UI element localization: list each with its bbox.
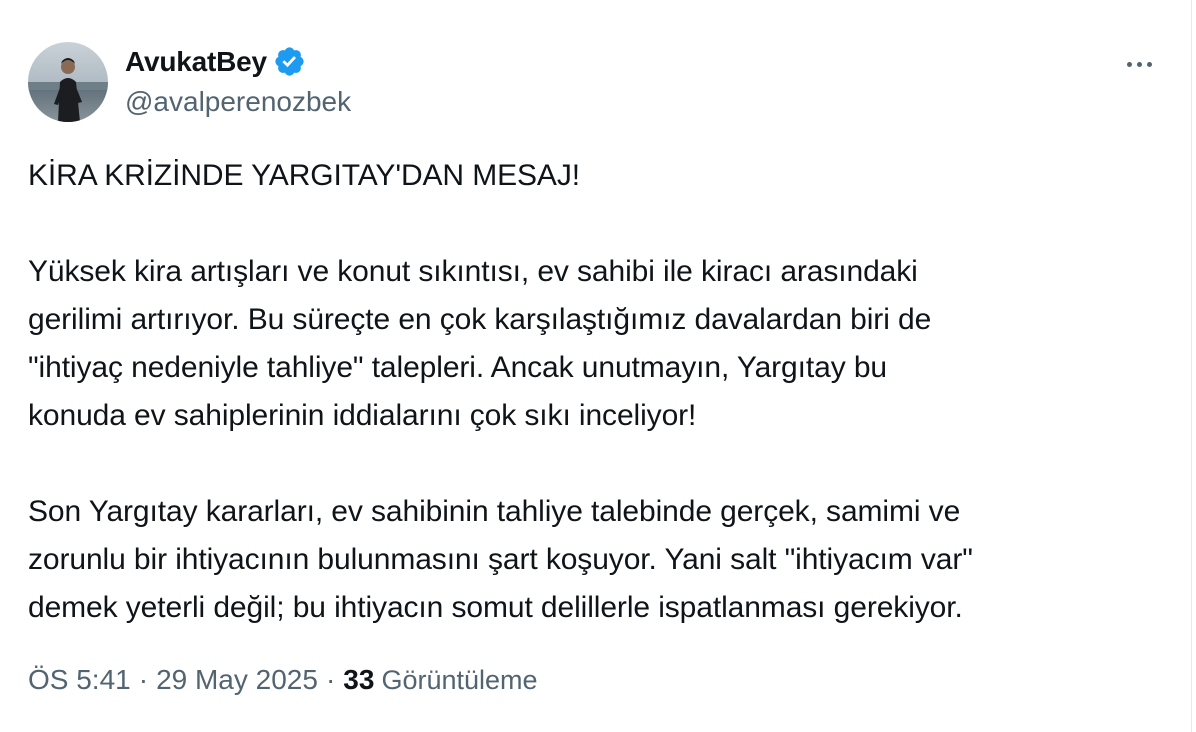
tweet-line: konuda ev sahiplerinin iddialarını çok s… [28,399,697,432]
more-horizontal-icon [1146,61,1152,67]
verified-badge-icon[interactable] [273,45,306,78]
tweet-time[interactable]: ÖS 5:41 [28,664,131,696]
tweet-title-line: KİRA KRİZİNDE YARGITAY'DAN MESAJ! [28,159,580,192]
tweet-line: Son Yargıtay kararları, ev sahibinin tah… [28,495,961,528]
meta-separator: · [138,664,149,695]
tweet-card: AvukatBey @avalperenozbek KİRA KRİZİNDE … [0,0,1192,732]
meta-separator: · [325,664,336,695]
tweet-line: gerilimi artırıyor. Bu süreçte en çok ka… [28,303,932,336]
author-handle[interactable]: @avalperenozbek [125,86,351,118]
avatar[interactable] [28,42,108,122]
tweet-line: Yüksek kira artışları ve konut sıkıntısı… [28,255,918,288]
views-count: 33 [343,664,375,695]
more-horizontal-icon [1136,61,1142,67]
views-label: Görüntüleme [381,664,538,695]
tweet-header: AvukatBey @avalperenozbek [28,42,1163,126]
tweet-line: "ihtiyaç nedeniyle tahliye" talepleri. A… [28,351,887,384]
tweet-date[interactable]: 29 May 2025 [156,664,318,696]
author-name-row[interactable]: AvukatBey [125,45,306,78]
tweet-meta: ÖS 5:41 · 29 May 2025 · 33 Görüntüleme [28,664,538,696]
avatar-photo [28,42,108,122]
display-name[interactable]: AvukatBey [125,46,267,78]
tweet-text: KİRA KRİZİNDE YARGITAY'DAN MESAJ! Yüksek… [28,152,1168,632]
tweet-line: zorunlu bir ihtiyacının bulunmasını şart… [28,543,973,576]
tweet-line: demek yeterli değil; bu ihtiyacın somut … [28,591,963,624]
more-options-button[interactable] [1119,52,1159,76]
more-horizontal-icon [1126,61,1132,67]
